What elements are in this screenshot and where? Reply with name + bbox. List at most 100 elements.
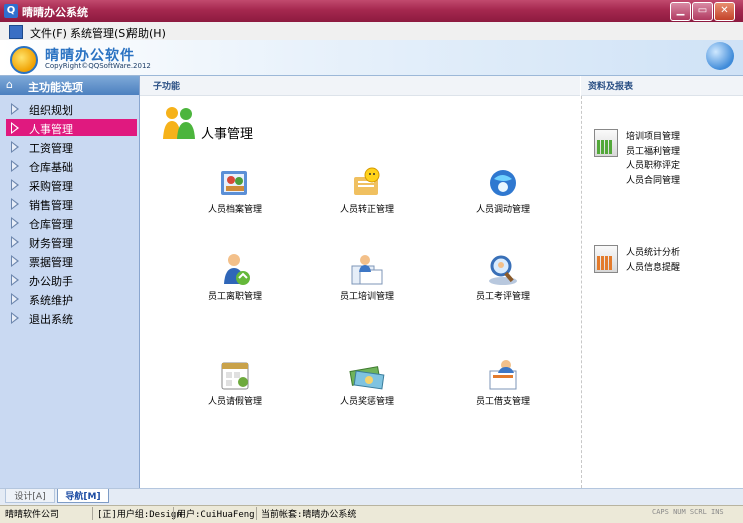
chevron-right-icon [11, 179, 19, 191]
person-documents-icon [351, 255, 383, 285]
chevron-right-icon [11, 274, 19, 286]
function-resignation[interactable]: 员工离职管理 [180, 252, 290, 322]
globe-transfer-icon [490, 170, 516, 196]
status-company: 晴晴软件公司 [5, 510, 60, 520]
sidebar-item-maintenance[interactable]: 系统维护 [6, 290, 137, 307]
bottom-tab-bar [0, 488, 743, 505]
person-recycle-icon [224, 254, 250, 285]
status-user: 用户:CuiHuaFeng [177, 510, 255, 520]
sidebar-item-label: 仓库基础 [29, 161, 73, 174]
function-label: 人员档案管理 [207, 205, 262, 215]
sidebar-item-warehouse-base[interactable]: 仓库基础 [6, 157, 137, 174]
sidebar-item-purchase[interactable]: 采购管理 [6, 176, 137, 193]
menu-help[interactable]: 帮助(H) [127, 25, 166, 41]
sidebar-item-office[interactable]: 办公助手 [6, 271, 137, 288]
smiley-notes-icon [354, 167, 380, 195]
tab-navigation[interactable]: 导航[M] [57, 489, 109, 503]
app-icon[interactable]: Q [4, 4, 18, 18]
chevron-right-icon [11, 255, 19, 267]
function-label: 人员转正管理 [339, 205, 394, 215]
sidebar-item-label: 采购管理 [29, 180, 73, 193]
logo-icon [10, 46, 38, 74]
status-separator [256, 507, 257, 520]
function-transfer[interactable]: 人员调动管理 [448, 165, 558, 235]
subfunction-title: 子功能 [153, 82, 181, 92]
sidebar-item-label: 人事管理 [29, 123, 73, 136]
chevron-right-icon [11, 217, 19, 229]
window-title: 晴晴办公系统 [22, 6, 88, 19]
sidebar-item-hr[interactable]: 人事管理 [6, 119, 137, 136]
report-link[interactable]: 人员信息提醒 [626, 260, 680, 273]
status-separator [92, 507, 93, 520]
calendar-clip-icon [221, 362, 249, 390]
function-label: 人员奖惩管理 [339, 397, 394, 407]
report-link[interactable]: 人员合同管理 [626, 173, 680, 186]
function-leave[interactable]: 人员请假管理 [180, 357, 290, 427]
function-label: 人员请假管理 [207, 397, 262, 407]
sidebar-item-label: 组织规划 [29, 104, 73, 117]
sidebar-item-label: 票据管理 [29, 256, 73, 269]
main-panel-header [140, 76, 580, 96]
chevron-right-icon [11, 198, 19, 210]
globe-icon [706, 42, 734, 70]
sidebar-item-org[interactable]: 组织规划 [6, 100, 137, 117]
function-personnel-files[interactable]: 人员档案管理 [180, 165, 290, 235]
orange-chart-icon [594, 245, 618, 273]
people-group-icon [163, 107, 195, 139]
sidebar-item-finance[interactable]: 财务管理 [6, 233, 137, 250]
chevron-right-icon [11, 103, 19, 115]
function-reward-punishment[interactable]: 人员奖惩管理 [312, 357, 422, 427]
status-account: 当前帐套:晴晴办公系统 [261, 510, 357, 520]
report-link[interactable]: 培训项目管理 [626, 129, 680, 142]
function-label: 员工培训管理 [339, 292, 394, 302]
system-menu-icon[interactable] [9, 25, 23, 39]
sidebar-item-salary[interactable]: 工资管理 [6, 138, 137, 155]
chevron-right-icon [11, 312, 19, 324]
function-training[interactable]: 员工培训管理 [312, 252, 422, 322]
close-button[interactable]: ✕ [714, 2, 735, 21]
home-icon: ⌂ [6, 78, 13, 91]
menu-file[interactable]: 文件(F) [30, 25, 67, 41]
sidebar-item-sales[interactable]: 销售管理 [6, 195, 137, 212]
sidebar-item-bills[interactable]: 票据管理 [6, 252, 137, 269]
chevron-right-icon [11, 160, 19, 172]
report-link[interactable]: 员工福利管理 [626, 144, 680, 157]
function-label: 员工借支管理 [475, 397, 530, 407]
sidebar-item-label: 办公助手 [29, 275, 73, 288]
title-bar [0, 0, 743, 22]
person-money-icon [489, 360, 517, 390]
copyright-text: CopyRight©QQSoftWare.2012 [45, 62, 151, 70]
sidebar-item-label: 工资管理 [29, 142, 73, 155]
section-title: 人事管理 [201, 127, 254, 142]
status-user-group: [正]用户组:Design [97, 510, 182, 520]
status-separator [173, 507, 174, 520]
sidebar-item-exit[interactable]: 退出系统 [6, 309, 137, 326]
reports-title: 资料及报表 [588, 82, 634, 92]
chevron-right-icon [11, 236, 19, 248]
chevron-right-icon [11, 141, 19, 153]
minimize-button[interactable]: ▁ [670, 2, 691, 21]
chevron-right-icon [11, 122, 19, 134]
report-link[interactable]: 人员职称评定 [626, 158, 680, 171]
function-regularization[interactable]: 人员转正管理 [312, 165, 422, 235]
sidebar-item-label: 仓库管理 [29, 218, 73, 231]
sidebar-title: 主功能选项 [28, 81, 83, 94]
sidebar-item-label: 系统维护 [29, 294, 73, 307]
maximize-button[interactable]: ▭ [692, 2, 713, 21]
sidebar-item-label: 退出系统 [29, 313, 73, 326]
sidebar-item-label: 销售管理 [29, 199, 73, 212]
green-chart-icon [594, 129, 618, 157]
menu-system[interactable]: 系统管理(S) [70, 25, 130, 41]
magnifier-person-icon [489, 255, 517, 285]
function-evaluation[interactable]: 员工考评管理 [448, 252, 558, 322]
chevron-right-icon [11, 293, 19, 305]
report-link[interactable]: 人员统计分析 [626, 245, 680, 258]
people-folder-icon [221, 171, 247, 195]
money-bills-icon [349, 366, 385, 390]
function-label: 员工离职管理 [207, 292, 262, 302]
tab-design[interactable]: 设计[A] [5, 489, 55, 503]
keyboard-indicators: CAPS NUM SCRL INS [652, 508, 724, 516]
function-label: 员工考评管理 [475, 292, 530, 302]
sidebar-item-warehouse[interactable]: 仓库管理 [6, 214, 137, 231]
function-advance[interactable]: 员工借支管理 [448, 357, 558, 427]
